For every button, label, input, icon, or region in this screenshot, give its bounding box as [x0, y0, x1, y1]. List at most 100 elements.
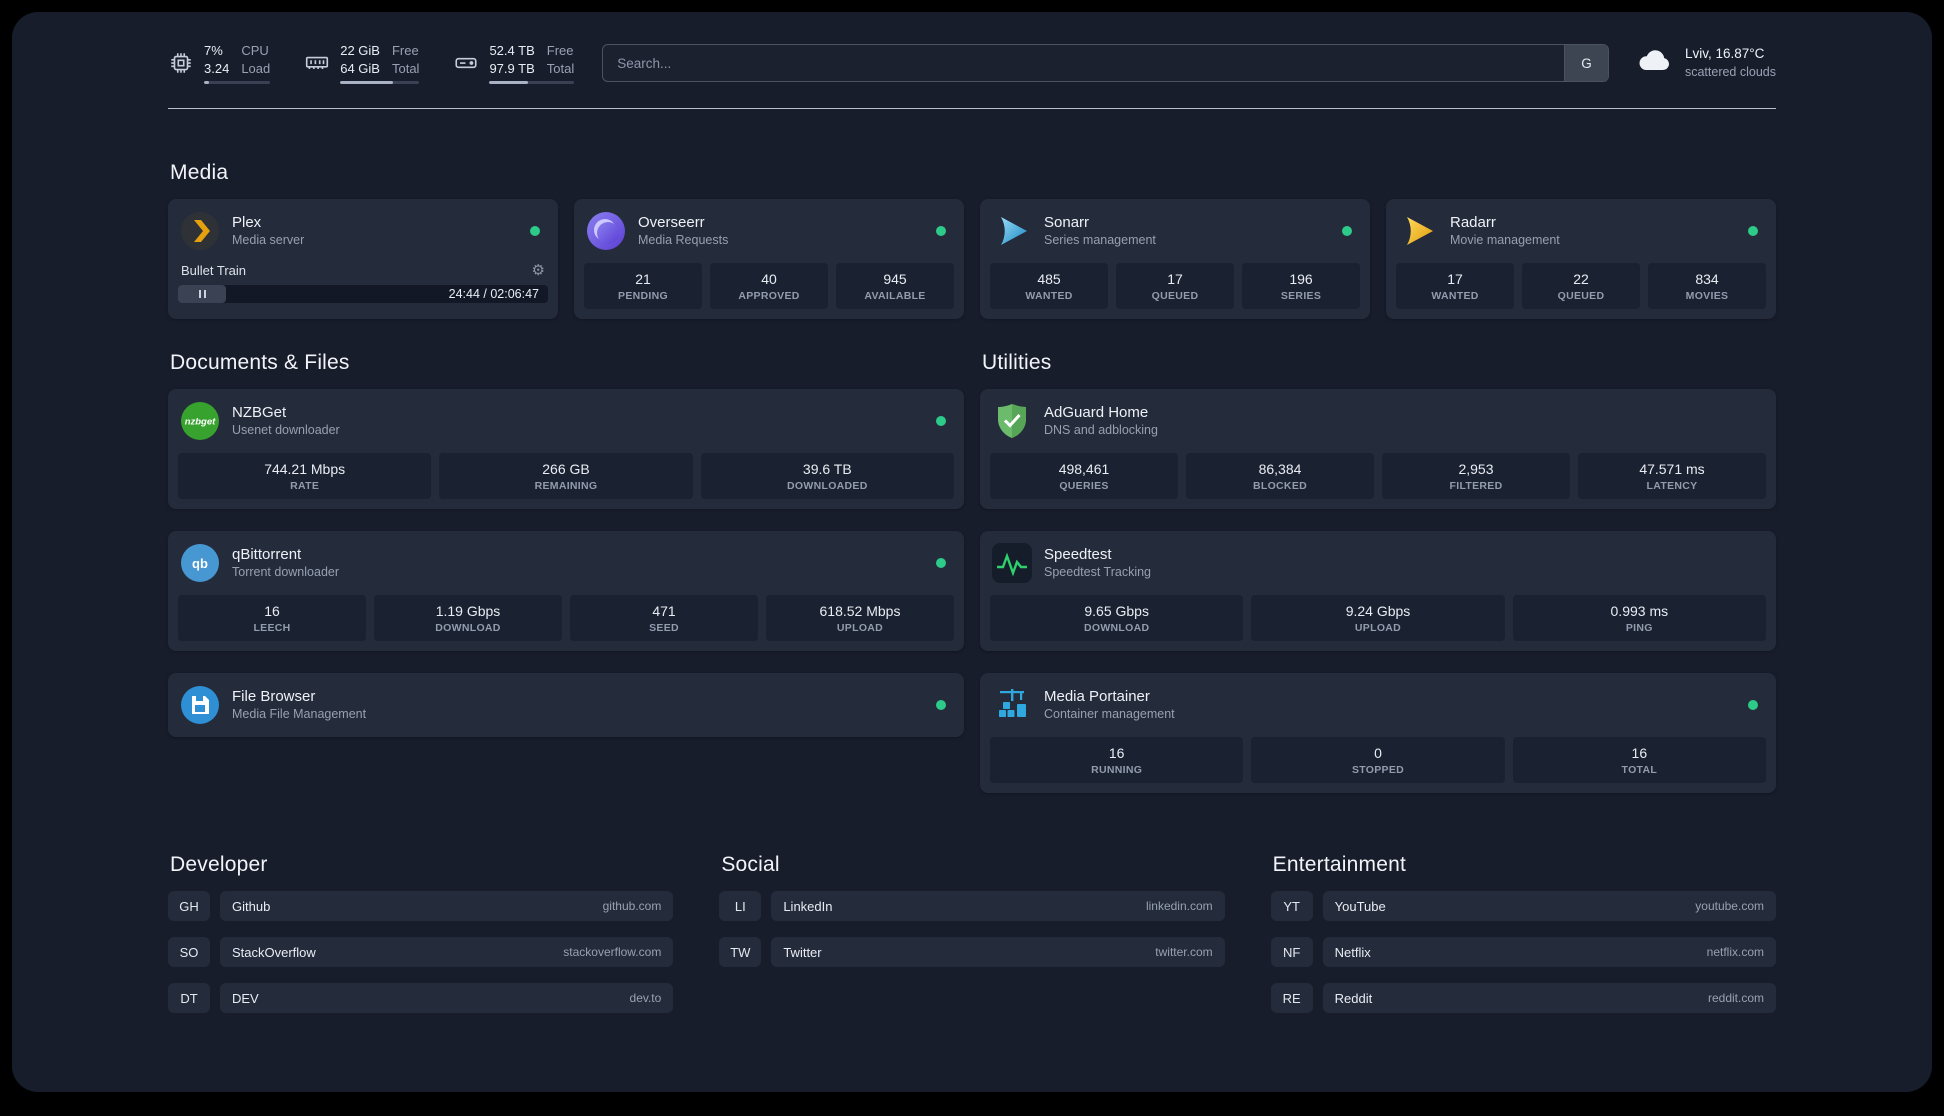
- memory-total-value: 64 GiB: [340, 60, 380, 76]
- search-input[interactable]: [603, 45, 1564, 81]
- stat-value: 471: [652, 603, 676, 619]
- section-title-utilities: Utilities: [982, 351, 1052, 374]
- stat-value: 744.21 Mbps: [264, 461, 346, 477]
- memory-total-label: Total: [391, 60, 420, 76]
- stat-tile: 40 APPROVED: [710, 263, 828, 309]
- stat-value: 196: [1289, 271, 1313, 287]
- resource-widgets: 7% 3.24 CPU Load 22 GiB 64 GiB Free Tota…: [168, 42, 575, 84]
- stat-label: QUERIES: [1059, 480, 1109, 492]
- stat-value: 16: [1108, 745, 1125, 761]
- bookmark-group-social: Social LI LinkedIn linkedin.com TW Twitt…: [719, 853, 1225, 983]
- stat-tile: 0.993 ms PING: [1512, 595, 1766, 641]
- service-card-filebrowser[interactable]: File Browser Media File Management: [168, 673, 964, 737]
- bookmark-stackoverflow[interactable]: SO StackOverflow stackoverflow.com: [168, 937, 674, 967]
- bookmark-url: dev.to: [629, 991, 662, 1005]
- disk-free-label: Free: [546, 43, 574, 59]
- stat-label: UPLOAD: [1354, 622, 1402, 634]
- cpu-load-label: Load: [241, 60, 271, 76]
- stat-value: 0.993 ms: [1610, 603, 1669, 619]
- stat-label: UPLOAD: [836, 622, 884, 634]
- search-engine-button[interactable]: G: [1563, 45, 1608, 81]
- stat-tile: 86,384 BLOCKED: [1186, 453, 1374, 499]
- service-subtitle: Series management: [1044, 233, 1156, 248]
- stat-label: APPROVED: [738, 290, 800, 302]
- bookmark-label: YouTube: [1334, 898, 1386, 914]
- bookmark-netflix[interactable]: NF Netflix netflix.com: [1270, 937, 1776, 967]
- service-name: Plex: [232, 213, 262, 231]
- bookmark-github[interactable]: GH Github github.com: [168, 891, 674, 921]
- stat-value: 485: [1037, 271, 1061, 287]
- memory-free-value: 22 GiB: [340, 43, 380, 59]
- speedtest-icon: [992, 543, 1032, 583]
- service-card-radarr[interactable]: Radarr Movie management 17 WANTED 22 QUE…: [1386, 199, 1776, 319]
- service-card-nzbget[interactable]: nzbget NZBGet Usenet downloader 744.21 M…: [168, 389, 964, 509]
- service-subtitle: Movie management: [1450, 233, 1560, 248]
- overseerr-icon: [586, 211, 626, 251]
- service-card-adguard[interactable]: AdGuard Home DNS and adblocking 498,461 …: [980, 389, 1776, 509]
- status-dot: [936, 416, 946, 426]
- memory-icon: [304, 50, 330, 76]
- playback-progress-bar[interactable]: 24:44 / 02:06:47: [178, 285, 548, 303]
- section-title-files: Documents & Files: [170, 351, 350, 374]
- service-card-overseerr[interactable]: Overseerr Media Requests 21 PENDING 40 A…: [574, 199, 964, 319]
- stat-label: TOTAL: [1621, 764, 1658, 776]
- bookmark-group-entertainment: Entertainment YT YouTube youtube.com NF …: [1270, 853, 1776, 1029]
- service-name: Sonarr: [1044, 213, 1090, 231]
- bookmark-url: youtube.com: [1695, 899, 1764, 913]
- stat-tile: 834 MOVIES: [1648, 263, 1766, 309]
- portainer-icon: [992, 685, 1032, 725]
- search-bar: G: [602, 44, 1609, 82]
- memory-free-label: Free: [391, 43, 419, 59]
- service-card-sonarr[interactable]: Sonarr Series management 485 WANTED 17 Q…: [980, 199, 1370, 319]
- bookmark-abbr: TW: [719, 937, 762, 967]
- bookmark-linkedin[interactable]: LI LinkedIn linkedin.com: [719, 891, 1225, 921]
- stat-label: AVAILABLE: [864, 290, 926, 302]
- service-name: AdGuard Home: [1044, 403, 1149, 421]
- bookmark-url: netflix.com: [1706, 945, 1764, 959]
- service-card-portainer[interactable]: Media Portainer Container management 16 …: [980, 673, 1776, 793]
- bookmark-twitter[interactable]: TW Twitter twitter.com: [719, 937, 1225, 967]
- stat-label: RATE: [290, 480, 320, 492]
- status-dot: [936, 226, 946, 236]
- stat-value: 39.6 TB: [802, 461, 852, 477]
- stat-label: REMAINING: [534, 480, 598, 492]
- cloud-icon: [1637, 47, 1673, 80]
- bookmark-group-title: Developer: [170, 853, 268, 876]
- service-name: Overseerr: [638, 213, 705, 231]
- stat-value: 834: [1695, 271, 1719, 287]
- stat-tile: 16 LEECH: [178, 595, 366, 641]
- stat-value: 945: [883, 271, 907, 287]
- stat-label: FILTERED: [1449, 480, 1503, 492]
- disk-icon: [453, 50, 479, 76]
- stat-tile: 21 PENDING: [584, 263, 702, 309]
- service-card-speedtest[interactable]: Speedtest Speedtest Tracking 9.65 Gbps D…: [980, 531, 1776, 651]
- service-card-qbittorrent[interactable]: qb qBittorrent Torrent downloader 16 LEE…: [168, 531, 964, 651]
- section-files: Documents & Files nzbget NZBGet Usenet d…: [168, 351, 964, 737]
- stat-value: 17: [1447, 271, 1463, 287]
- pause-button[interactable]: [178, 285, 226, 303]
- bookmark-abbr: NF: [1270, 937, 1313, 967]
- stat-tile: 196 SERIES: [1242, 263, 1360, 309]
- disk-total-value: 97.9 TB: [489, 60, 535, 76]
- status-dot: [936, 558, 946, 568]
- bookmark-reddit[interactable]: RE Reddit reddit.com: [1270, 983, 1776, 1013]
- radarr-icon: [1398, 211, 1438, 251]
- stat-value: 618.52 Mbps: [819, 603, 901, 619]
- bookmark-youtube[interactable]: YT YouTube youtube.com: [1270, 891, 1776, 921]
- status-dot: [1748, 700, 1758, 710]
- bookmark-abbr: DT: [168, 983, 210, 1013]
- service-subtitle: Torrent downloader: [232, 565, 340, 580]
- stat-label: STOPPED: [1351, 764, 1405, 776]
- bookmark-abbr: YT: [1270, 891, 1313, 921]
- bookmark-dev[interactable]: DT DEV dev.to: [168, 983, 674, 1013]
- bookmark-group-title: Social: [721, 853, 780, 876]
- gear-icon[interactable]: ⚙: [532, 263, 545, 278]
- stat-value: 0: [1374, 745, 1382, 761]
- service-card-plex[interactable]: Plex Media server Bullet Train ⚙ 24:44 /…: [168, 199, 558, 319]
- stat-label: QUEUED: [1151, 290, 1199, 302]
- stat-tile: 39.6 TB DOWNLOADED: [700, 453, 954, 499]
- stat-value: 266 GB: [542, 461, 590, 477]
- stat-tile: 618.52 Mbps UPLOAD: [766, 595, 954, 641]
- svg-text:qb: qb: [192, 556, 208, 571]
- stat-value: 498,461: [1058, 461, 1110, 477]
